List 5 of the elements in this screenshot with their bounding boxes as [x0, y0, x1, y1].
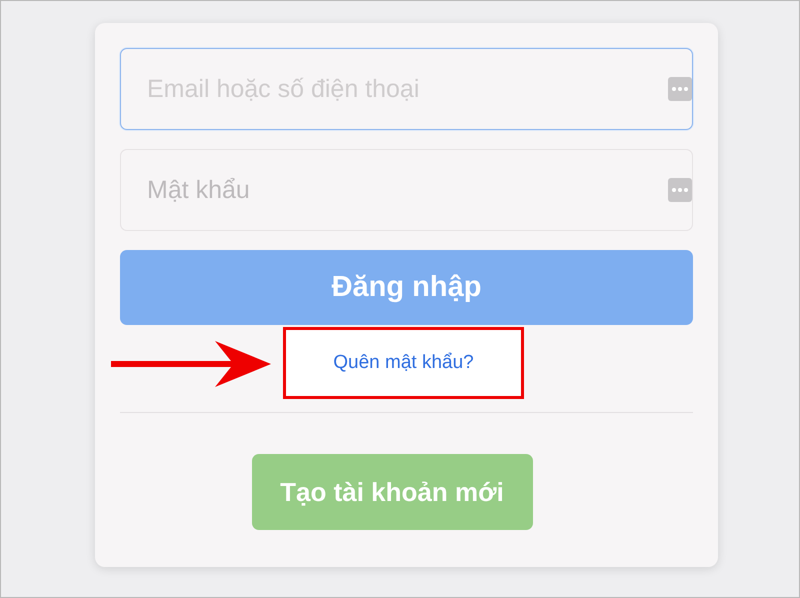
create-account-button[interactable]: Tạo tài khoản mới [252, 454, 532, 530]
password-manager-icon[interactable] [668, 77, 692, 101]
login-button[interactable]: Đăng nhập [120, 250, 693, 325]
password-manager-icon[interactable] [668, 178, 692, 202]
forgot-password-link[interactable]: Quên mật khẩu? [333, 352, 474, 374]
